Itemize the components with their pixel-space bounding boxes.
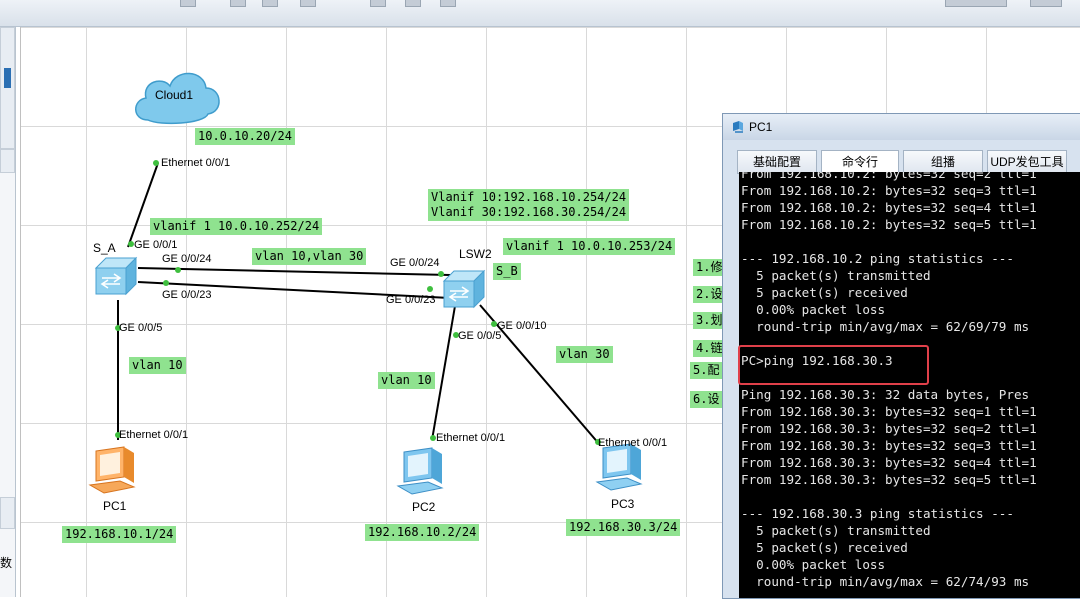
terminal-line: 0.00% packet loss <box>741 302 886 317</box>
port-dot <box>427 286 433 292</box>
port-dot <box>438 271 444 277</box>
port-label: GE 0/0/24 <box>390 257 440 269</box>
terminal-line: 0.00% packet loss <box>741 557 886 572</box>
note-step[interactable]: 1.修 <box>693 259 726 276</box>
port-label: Ethernet 0/0/1 <box>161 157 231 169</box>
tab-multicast[interactable]: 组播 <box>903 150 983 174</box>
note-pc1-vlan[interactable]: vlan 10 <box>129 357 186 374</box>
terminal-line: round-trip min/avg/max = 62/74/93 ms <box>741 574 1030 589</box>
terminal-line: From 192.168.10.2: bytes=32 seq=2 ttl=1 <box>741 172 1037 181</box>
note-step[interactable]: 2.设 <box>693 286 726 303</box>
terminal-line: Ping 192.168.30.3: 32 data bytes, Pres <box>741 387 1030 402</box>
port-dot <box>153 160 159 166</box>
port-label: Ethernet 0/0/1 <box>598 437 668 449</box>
note-pc2-vlan[interactable]: vlan 10 <box>378 372 435 389</box>
pc-icon[interactable] <box>88 446 136 494</box>
link-sa-sb-ge24[interactable] <box>137 267 451 276</box>
terminal-line: From 192.168.10.2: bytes=32 seq=4 ttl=1 <box>741 200 1037 215</box>
note-pc3-ip[interactable]: 192.168.30.3/24 <box>566 519 681 536</box>
terminal-line: 5 packet(s) transmitted <box>741 523 931 538</box>
note-sb-vlanif[interactable]: Vlanif 10:192.168.10.254/24 Vlanif 30:19… <box>428 189 630 221</box>
terminal-line: From 192.168.30.3: bytes=32 seq=4 ttl=1 <box>741 455 1037 470</box>
port-label: GE 0/0/5 <box>458 330 502 342</box>
pc-icon[interactable] <box>595 443 643 491</box>
note-cloud-ip[interactable]: 10.0.10.20/24 <box>195 128 295 145</box>
port-label: GE 0/0/24 <box>162 253 212 265</box>
terminal-line: From 192.168.30.3: bytes=32 seq=5 ttl=1 <box>741 472 1037 487</box>
port-label: GE 0/0/1 <box>134 239 178 251</box>
terminal-line: --- 192.168.30.3 ping statistics --- <box>741 506 1014 521</box>
note-sb-vlanif1[interactable]: vlanif 1 10.0.10.253/24 <box>503 238 676 255</box>
note-step[interactable]: 6.设 <box>690 391 723 408</box>
terminal-line: From 192.168.10.2: bytes=32 seq=3 ttl=1 <box>741 183 1037 198</box>
note-sb-name[interactable]: S_B <box>493 263 521 280</box>
link-sb-pc2[interactable] <box>431 305 456 441</box>
terminal-line: 5 packet(s) received <box>741 285 908 300</box>
port-dot <box>163 280 169 286</box>
port-label: GE 0/0/5 <box>119 322 163 334</box>
terminal-line: From 192.168.10.2: bytes=32 seq=5 ttl=1 <box>741 217 1037 232</box>
window-title: PC1 <box>749 120 773 134</box>
device-label-pc3: PC3 <box>611 497 635 511</box>
window-titlebar[interactable]: PC1 <box>723 114 1080 140</box>
note-trunk-vlans[interactable]: vlan 10,vlan 30 <box>252 248 367 265</box>
device-label-pc2: PC2 <box>412 500 436 514</box>
device-label-lsw2: LSW2 <box>459 247 492 261</box>
port-label: GE 0/0/10 <box>497 320 547 332</box>
note-pc1-ip[interactable]: 192.168.10.1/24 <box>62 526 177 543</box>
port-dot <box>175 267 181 273</box>
note-pc3-vlan[interactable]: vlan 30 <box>556 346 613 363</box>
terminal-line: --- 192.168.10.2 ping statistics --- <box>741 251 1014 266</box>
device-label-sa: S_A <box>93 241 116 255</box>
pc-icon[interactable] <box>396 447 444 495</box>
terminal-line: From 192.168.30.3: bytes=32 seq=3 ttl=1 <box>741 438 1037 453</box>
port-label: GE 0/0/23 <box>386 294 436 306</box>
terminal-output[interactable]: From 192.168.10.2: bytes=32 seq=2 ttl=1 … <box>739 172 1080 598</box>
tab-udp-tool[interactable]: UDP发包工具 <box>987 150 1067 174</box>
note-step[interactable]: 4.链 <box>693 340 726 357</box>
highlight-annotation <box>738 345 929 385</box>
note-step[interactable]: 5.配 <box>690 362 723 379</box>
switch-icon[interactable] <box>94 256 138 296</box>
terminal-line: 5 packet(s) transmitted <box>741 268 931 283</box>
terminal-line: From 192.168.30.3: bytes=32 seq=2 ttl=1 <box>741 421 1037 436</box>
tab-command-line[interactable]: 命令行 <box>821 150 899 174</box>
app-logo-icon <box>733 121 743 133</box>
terminal-line: round-trip min/avg/max = 62/69/79 ms <box>741 319 1030 334</box>
note-pc2-ip[interactable]: 192.168.10.2/24 <box>365 524 480 541</box>
device-label-cloud: Cloud1 <box>155 88 194 102</box>
terminal-line: From 192.168.30.3: bytes=32 seq=1 ttl=1 <box>741 404 1037 419</box>
note-sa-vlanif1[interactable]: vlanif 1 10.0.10.252/24 <box>150 218 323 235</box>
port-label: Ethernet 0/0/1 <box>119 429 189 441</box>
port-label: Ethernet 0/0/1 <box>436 432 506 444</box>
terminal-line: 5 packet(s) received <box>741 540 908 555</box>
port-label: GE 0/0/23 <box>162 289 212 301</box>
tab-basic-config[interactable]: 基础配置 <box>737 150 817 174</box>
switch-icon[interactable] <box>442 269 486 309</box>
device-label-pc1: PC1 <box>103 499 127 513</box>
note-step[interactable]: 3.划 <box>693 312 726 329</box>
